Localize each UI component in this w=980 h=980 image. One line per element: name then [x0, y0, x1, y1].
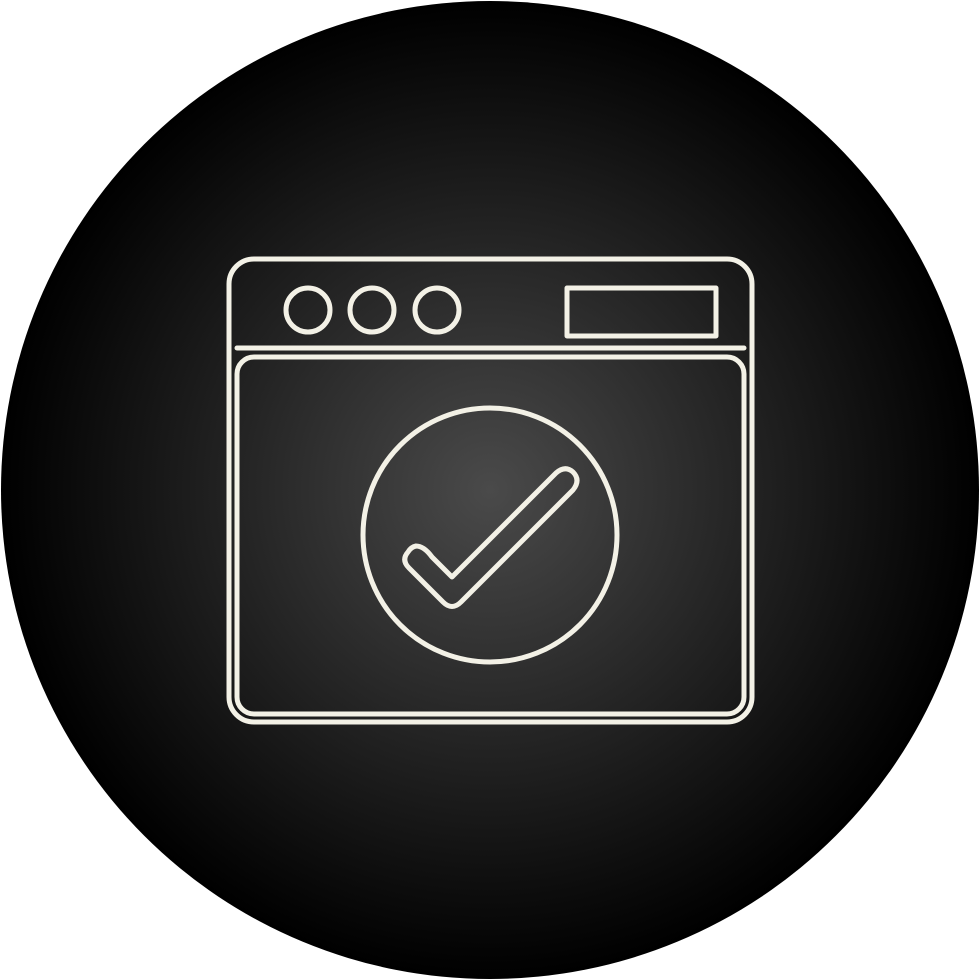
- icon-canvas: [0, 0, 980, 980]
- badge-circle: [1, 1, 979, 979]
- browser-check-icon: [1, 1, 979, 979]
